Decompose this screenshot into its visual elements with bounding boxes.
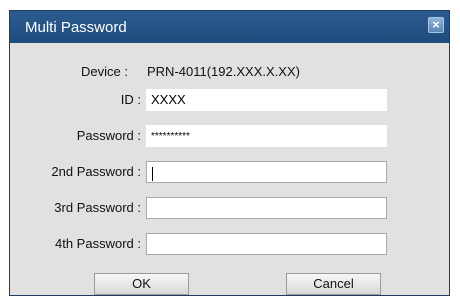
close-icon[interactable]: × xyxy=(428,17,444,33)
password4-field[interactable] xyxy=(146,233,387,255)
title-bar: Multi Password × xyxy=(10,11,449,43)
id-row: ID : XXXX xyxy=(10,89,449,113)
device-value: PRN-4011(192.XXX.X.XX) xyxy=(147,64,300,79)
password4-row: 4th Password : xyxy=(10,233,449,257)
password2-label: 2nd Password : xyxy=(51,164,141,179)
device-label: Device : xyxy=(81,64,128,79)
device-row: Device : PRN-4011(192.XXX.X.XX) xyxy=(10,61,449,85)
dialog-title: Multi Password xyxy=(25,19,127,36)
password3-row: 3rd Password : xyxy=(10,197,449,221)
password2-row: 2nd Password : xyxy=(10,161,449,185)
password-label: Password : xyxy=(76,128,141,143)
password4-label: 4th Password : xyxy=(55,236,141,251)
password3-field[interactable] xyxy=(146,197,387,219)
cancel-button[interactable]: Cancel xyxy=(286,273,381,295)
id-label: ID : xyxy=(120,92,141,107)
password-field[interactable]: ********** xyxy=(146,125,387,147)
id-field[interactable]: XXXX xyxy=(146,89,387,111)
password2-field[interactable] xyxy=(146,161,387,183)
password-row: Password : ********** xyxy=(10,125,449,149)
text-cursor xyxy=(152,166,153,181)
multi-password-dialog: Multi Password × Device : PRN-4011(192.X… xyxy=(9,10,450,296)
password3-label: 3rd Password : xyxy=(54,200,141,215)
ok-button[interactable]: OK xyxy=(94,273,189,295)
